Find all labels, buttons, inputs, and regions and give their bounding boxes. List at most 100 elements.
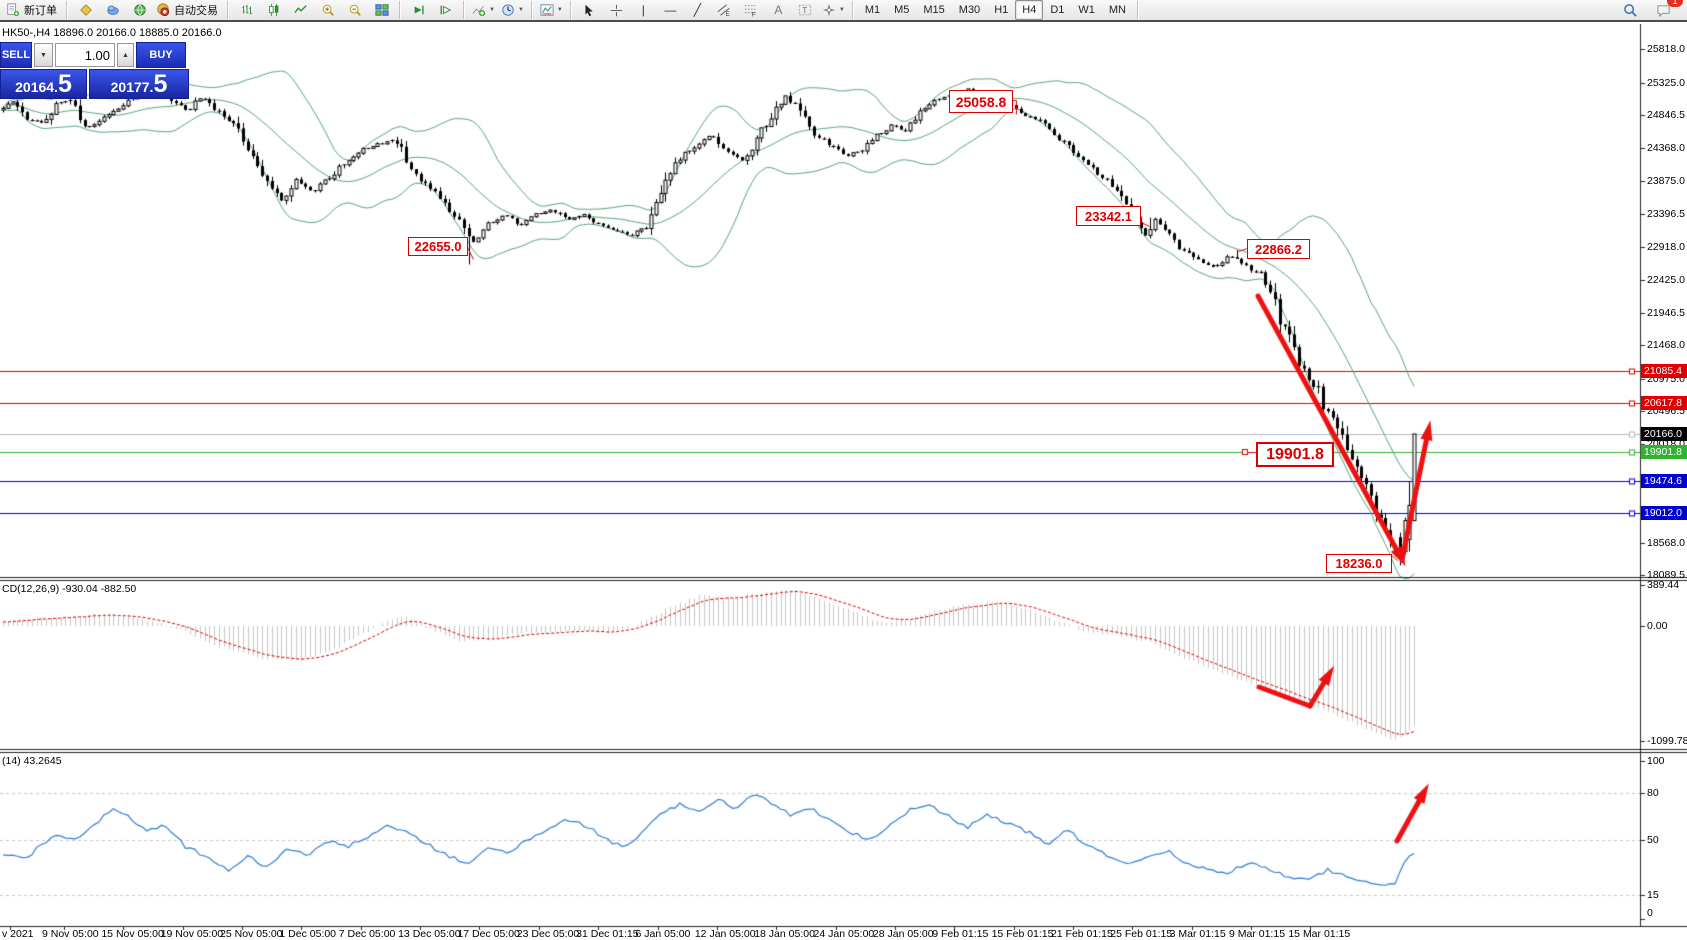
horizontal-line-tool-button[interactable]: — [657, 0, 684, 21]
data-window-icon [106, 3, 120, 17]
price-axis-tick: 25325.0 [1647, 77, 1685, 89]
timeframe-button-h4[interactable]: H4 [1015, 0, 1043, 20]
rsi-axis-tick: 0 [1647, 907, 1653, 919]
time-axis-label: 31 Dec 01:15 [576, 928, 638, 940]
trendline-tool-button[interactable]: ╱ [684, 0, 711, 21]
search-button[interactable] [1617, 0, 1644, 21]
text-label-icon: T [798, 3, 812, 17]
timeframe-button-m5[interactable]: M5 [887, 0, 916, 20]
price-axis-tick: 21946.5 [1647, 307, 1685, 319]
timeframe-button-m1[interactable]: M1 [858, 0, 887, 20]
autotrading-button[interactable]: 自动交易 [153, 0, 223, 21]
line-chart-button[interactable] [287, 0, 314, 21]
indicators-icon [472, 3, 486, 17]
bar-chart-icon [240, 3, 254, 17]
periods-button[interactable]: ▼ [498, 0, 527, 21]
toolbar-right-cluster: 1 [1617, 0, 1677, 21]
price-annotation[interactable]: 25058.8 [949, 90, 1013, 113]
auto-scroll-button[interactable] [405, 0, 432, 21]
timeframe-button-w1[interactable]: W1 [1071, 0, 1102, 20]
templates-button[interactable]: ▼ [537, 0, 566, 21]
macd-axis-tick: 0.00 [1647, 620, 1667, 632]
timeframe-button-d1[interactable]: D1 [1043, 0, 1071, 20]
vertical-line-tool-button[interactable]: | [630, 0, 657, 21]
macd-axis-tick: -1099.78 [1647, 735, 1687, 747]
dropdown-arrow-icon: ▼ [518, 7, 524, 13]
arrows-shapes-icon [822, 3, 836, 17]
navigator-button[interactable] [126, 0, 153, 21]
rsi-axis-tick: 15 [1647, 889, 1659, 901]
cursor-tool-button[interactable] [576, 0, 603, 21]
price-annotation[interactable]: 22655.0 [408, 237, 468, 256]
new-order-icon [6, 3, 20, 17]
price-annotation[interactable]: 23342.1 [1076, 206, 1141, 226]
fibonacci-tool-button[interactable]: F [738, 0, 765, 21]
arrows-tool-button[interactable]: ▼ [819, 0, 848, 21]
navigator-icon [133, 3, 147, 17]
time-axis-label: 25 Feb 01:15 [1110, 928, 1172, 940]
toolbar-separator [570, 1, 572, 19]
tile-windows-icon [375, 3, 389, 17]
autotrading-icon [156, 3, 170, 17]
zoom-in-button[interactable] [314, 0, 341, 21]
time-axis-label: 28 Jan 05:00 [873, 928, 934, 940]
crosshair-icon [610, 4, 623, 17]
market-watch-button[interactable] [72, 0, 99, 21]
dropdown-arrow-icon: ▼ [839, 7, 845, 13]
sell-price-display[interactable]: 20164.5 [0, 69, 87, 99]
channel-tool-button[interactable]: E [711, 0, 738, 21]
crosshair-tool-button[interactable] [603, 0, 630, 21]
text-tool-button[interactable]: A [765, 0, 792, 21]
volume-input[interactable] [55, 43, 115, 67]
data-window-button[interactable] [99, 0, 126, 21]
time-axis-label: v 2021 [2, 928, 34, 940]
buy-price-display[interactable]: 20177.5 [89, 69, 189, 99]
price-axis-badge: 19012.0 [1641, 506, 1687, 520]
templates-icon [540, 3, 554, 17]
time-axis-label: 15 Nov 05:00 [101, 928, 163, 940]
rsi-axis-tick: 100 [1647, 755, 1665, 767]
toolbar-separator [531, 1, 533, 19]
one-click-trade-panel: SELL ▼ ▲ BUY 20164.5 20177.5 [0, 42, 189, 99]
time-axis-label: 6 Jan 05:00 [636, 928, 691, 940]
price-axis-tick: 23396.5 [1647, 208, 1685, 220]
volume-increase-button[interactable]: ▲ [117, 43, 134, 67]
bar-chart-button[interactable] [233, 0, 260, 21]
price-annotation[interactable]: 22866.2 [1247, 239, 1310, 259]
candlestick-chart-button[interactable] [260, 0, 287, 21]
time-axis-label: 18 Jan 05:00 [754, 928, 815, 940]
sell-price-main: 20164. [15, 77, 58, 97]
notifications-button[interactable]: 1 [1650, 0, 1677, 21]
rsi-indicator-label: (14) 43.2645 [2, 755, 62, 767]
line-chart-icon [294, 3, 308, 17]
text-label-tool-button[interactable]: T [792, 0, 819, 21]
zoom-in-icon [321, 3, 335, 17]
time-axis-label: 24 Jan 05:00 [814, 928, 875, 940]
tile-windows-button[interactable] [368, 0, 395, 21]
volume-decrease-button[interactable]: ▼ [34, 43, 53, 67]
price-annotation[interactable]: 18236.0 [1326, 554, 1392, 573]
time-axis-label: 7 Dec 05:00 [339, 928, 396, 940]
sell-button[interactable]: SELL [0, 42, 32, 68]
time-axis-label: 25 Nov 05:00 [220, 928, 282, 940]
price-axis-tick: 24368.0 [1647, 142, 1685, 154]
chart-canvas[interactable] [0, 24, 1687, 940]
price-axis-badge: 19474.6 [1641, 474, 1687, 488]
new-order-button[interactable]: 新订单 [3, 0, 62, 21]
indicators-button[interactable]: ▼ [469, 0, 498, 21]
notification-badge: 1 [1667, 0, 1683, 7]
chart-shift-button[interactable] [432, 0, 459, 21]
timeframe-button-h1[interactable]: H1 [987, 0, 1015, 20]
buy-button[interactable]: BUY [136, 42, 186, 68]
timeframe-button-m15[interactable]: M15 [916, 0, 951, 20]
symbol-ohlc-label: HK50-,H4 18896.0 20166.0 18885.0 20166.0 [2, 27, 222, 39]
timeframe-button-m30[interactable]: M30 [952, 0, 987, 20]
spin-down-icon: ▼ [40, 52, 47, 59]
toolbar-separator [852, 1, 854, 19]
time-axis-label: 9 Feb 01:15 [932, 928, 988, 940]
zoom-out-button[interactable] [341, 0, 368, 21]
price-annotation[interactable]: 19901.8 [1256, 442, 1334, 467]
trendline-icon: ╱ [694, 4, 701, 16]
search-icon [1623, 3, 1638, 18]
timeframe-button-mn[interactable]: MN [1102, 0, 1133, 20]
